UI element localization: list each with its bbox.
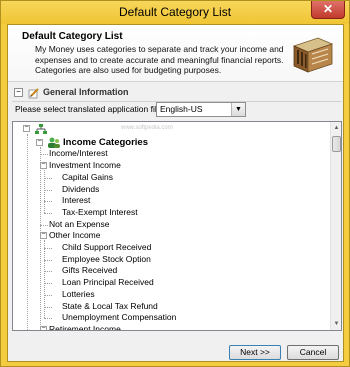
tree-item[interactable]: Retirement Income — [49, 324, 121, 330]
tree-item[interactable]: Capital Gains — [62, 172, 113, 183]
tree-item[interactable]: Tax-Exempt Interest — [62, 207, 138, 218]
tree-guide-line — [44, 248, 52, 249]
tree-item[interactable]: Other Income — [49, 230, 101, 241]
tree-guide-line — [44, 189, 52, 191]
tree-root-expander[interactable]: − — [23, 124, 30, 132]
tree-item[interactable]: Employee Stock Option — [62, 254, 151, 265]
tree-item[interactable]: Unemployment Compensation — [62, 312, 176, 323]
category-tree[interactable]: www.softpedia.com − − Income Categories Inc… — [12, 121, 342, 331]
scroll-up-icon[interactable]: ▲ — [331, 122, 341, 134]
general-info-section-header[interactable]: − General Information — [12, 86, 341, 100]
scroll-down-icon[interactable]: ▼ — [331, 318, 341, 330]
banner-description: My Money uses categories to separate and… — [35, 44, 284, 75]
tree-guide-line — [40, 154, 48, 156]
tree-item[interactable]: Child Support Received — [62, 242, 151, 253]
close-button[interactable]: ✕ — [311, 1, 345, 19]
tree-guide-line — [27, 134, 28, 330]
language-file-value: English-US — [160, 104, 203, 114]
tree-scrollbar[interactable]: ▲ ▼ — [330, 122, 341, 330]
tree-item[interactable]: Loan Principal Received — [62, 277, 154, 288]
header-banner: Default Category List My Money uses cate… — [8, 25, 343, 82]
tree-item[interactable]: Dividends — [62, 184, 99, 195]
tree-guide-line — [44, 170, 45, 213]
tree-guide-line — [44, 201, 52, 203]
dialog-window: Default Category List ✕ Default Category… — [0, 0, 350, 367]
tree-guide-line — [44, 177, 52, 179]
books-icon — [292, 37, 334, 73]
tree-item[interactable]: Gifts Received — [62, 265, 117, 276]
dialog-body: Default Category List My Money uses cate… — [7, 24, 344, 362]
tree-guide-line — [44, 283, 52, 285]
section-title: General Information — [43, 87, 129, 97]
pencil-icon — [28, 88, 39, 99]
tree-guide-line — [44, 212, 52, 214]
chevron-down-icon[interactable]: ▼ — [231, 103, 245, 116]
tree-expander[interactable]: − — [40, 231, 47, 240]
title-bar[interactable]: Default Category List ✕ — [1, 1, 349, 24]
banner-heading: Default Category List — [22, 31, 123, 42]
watermark-text: www.softpedia.com — [121, 125, 173, 131]
tree-item-income-categories[interactable]: Income Categories — [63, 137, 148, 148]
tree-item[interactable]: State & Local Tax Refund — [62, 301, 158, 312]
tree-guide-line — [44, 259, 52, 261]
tree-item[interactable]: Investment Income — [49, 160, 121, 171]
tree-guide-line — [44, 271, 52, 273]
tree-expander[interactable]: − — [40, 161, 47, 170]
language-file-select[interactable]: English-US ▼ — [156, 102, 246, 117]
tree-guide-line — [40, 224, 48, 226]
people-icon — [48, 137, 60, 148]
file-picker-label: Please select translated application fil… — [15, 104, 164, 114]
cancel-button[interactable]: Cancel — [287, 345, 339, 360]
tree-expander[interactable]: − — [40, 325, 47, 330]
scroll-thumb[interactable] — [332, 136, 341, 152]
tree-guide-line — [44, 318, 52, 320]
tree-item[interactable]: Income/Interest — [49, 148, 108, 159]
tree-root-expander[interactable]: − — [36, 138, 43, 146]
collapse-icon[interactable]: − — [14, 88, 23, 97]
network-icon — [35, 124, 47, 134]
tree-guide-line — [44, 294, 52, 296]
tree-item[interactable]: Not an Expense — [49, 219, 109, 230]
window-title: Default Category List — [118, 5, 232, 19]
tree-item[interactable]: Interest — [62, 195, 90, 206]
tree-item[interactable]: Lotteries — [62, 289, 95, 300]
next-button[interactable]: Next >> — [229, 345, 281, 360]
tree-guide-line — [44, 306, 52, 308]
close-icon: ✕ — [322, 2, 334, 16]
